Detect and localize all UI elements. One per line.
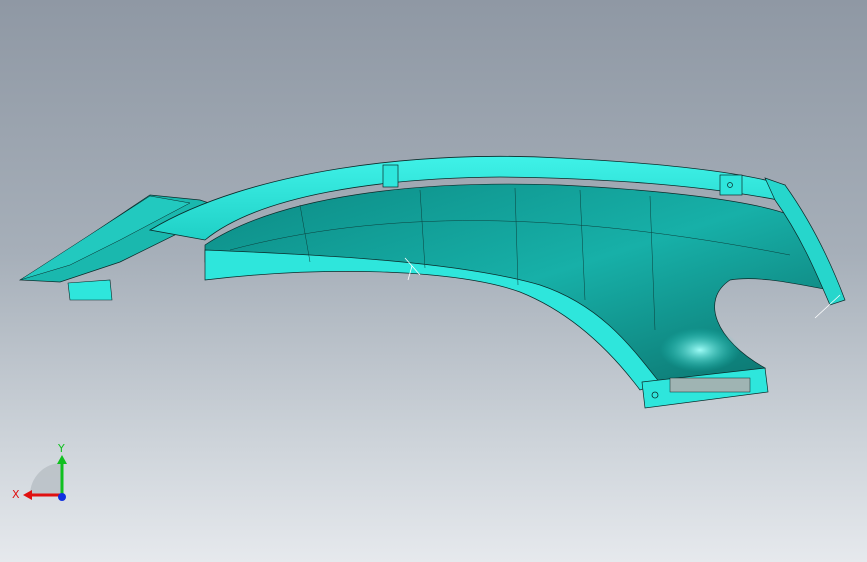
left-wing-bracket [67, 279, 113, 301]
cad-3d-viewport[interactable]: Y X [0, 0, 867, 562]
rim-tab-center [382, 164, 399, 188]
surface-highlight [660, 328, 740, 372]
x-axis-label: X [12, 488, 20, 501]
y-axis-arrow [57, 455, 67, 464]
z-axis-dot [58, 493, 66, 501]
rim-tab-right [719, 174, 743, 196]
coordinate-triad: Y X [10, 440, 80, 510]
part-model[interactable] [0, 0, 867, 562]
bottom-flange-slot [669, 377, 751, 393]
x-axis-arrow [23, 490, 32, 500]
y-axis-label: Y [57, 442, 65, 455]
triad-plane [30, 463, 62, 495]
